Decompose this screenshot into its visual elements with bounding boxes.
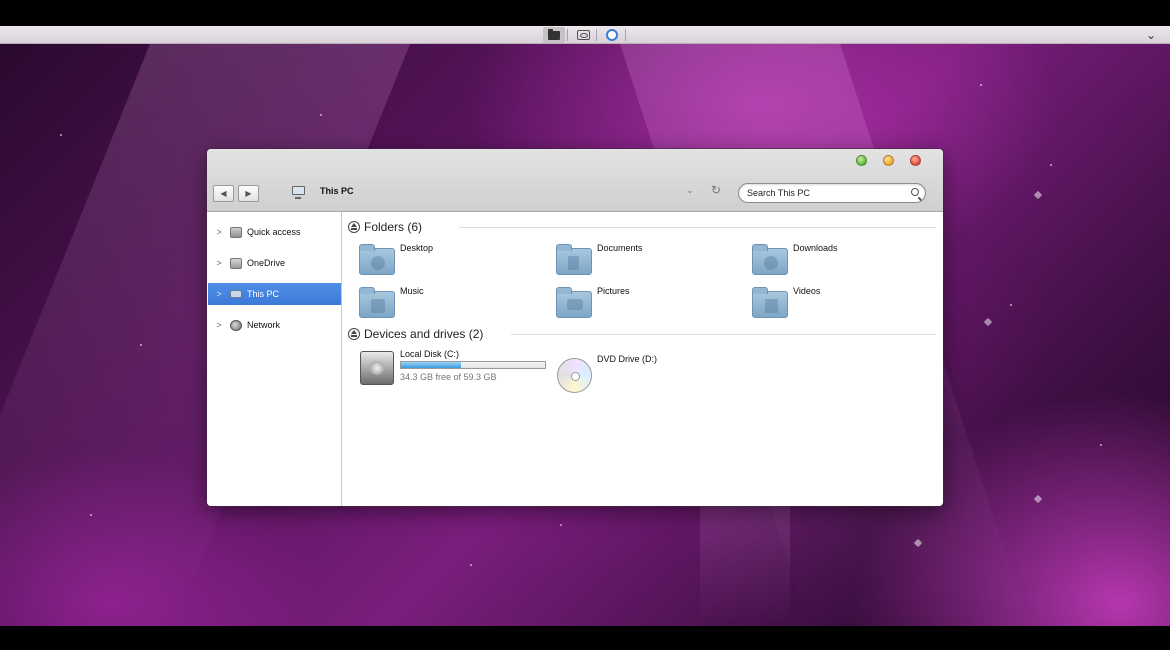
top-dock-bar: ⌄ (0, 26, 1170, 44)
folder-label: Documents (597, 243, 643, 253)
drive-label: DVD Drive (D:) (597, 354, 657, 364)
star (60, 134, 62, 136)
navigation-pane: > Quick access > OneDrive > This PC > Ne… (207, 212, 342, 506)
divider (596, 29, 597, 41)
letterbox-bottom (0, 626, 1170, 650)
star (1050, 164, 1052, 166)
drive-free-space: 34.3 GB free of 59.3 GB (400, 372, 497, 382)
devices-section-header[interactable]: Devices and drives (2) (348, 326, 483, 342)
sidebar-item-label: OneDrive (247, 258, 286, 268)
sidebar-item-onedrive[interactable]: > OneDrive (208, 252, 341, 274)
chevron-down-icon[interactable]: ⌄ (686, 185, 694, 196)
dvd-drive-icon (557, 358, 592, 393)
folder-item-pictures[interactable]: Pictures (556, 286, 746, 320)
downloads-folder-icon (752, 244, 788, 275)
videos-folder-icon (752, 287, 788, 318)
chevron-right-icon[interactable]: > (208, 227, 230, 237)
drive-label: Local Disk (C:) (400, 349, 460, 359)
drive-usage-fill (401, 362, 462, 368)
forward-button[interactable]: ▶ (238, 185, 259, 202)
drive-item-dvd[interactable]: DVD Drive (D:) (557, 354, 757, 394)
minimize-button[interactable] (883, 155, 894, 166)
star (1033, 190, 1043, 200)
settings-dock-button[interactable] (601, 27, 623, 43)
chevron-down-icon[interactable]: ⌄ (1146, 26, 1156, 44)
folder-item-music[interactable]: Music (359, 286, 549, 320)
folder-label: Desktop (400, 243, 434, 253)
address-bar[interactable]: This PC (320, 186, 354, 196)
star (470, 564, 472, 566)
drive-item-local-disk[interactable]: Local Disk (C:) 34.3 GB free of 59.3 GB (360, 349, 560, 389)
star (983, 317, 993, 327)
sidebar-item-network[interactable]: > Network (208, 314, 341, 336)
star (1100, 444, 1102, 446)
this-pc-icon (292, 186, 305, 199)
file-explorer-window: ◀ ▶ This PC ⌄ ↻ Search This PC > Quick a… (207, 149, 943, 506)
collapse-icon (348, 328, 360, 340)
this-pc-icon (230, 290, 242, 298)
onedrive-icon (230, 257, 242, 269)
gear-icon (606, 29, 618, 41)
hard-drive-icon (360, 351, 394, 385)
drive-usage-bar (400, 361, 546, 369)
divider (567, 29, 568, 41)
maximize-button[interactable] (856, 155, 867, 166)
folders-section-header[interactable]: Folders (6) (348, 219, 422, 235)
folder-item-videos[interactable]: Videos (752, 286, 942, 320)
folder-icon (548, 28, 560, 40)
network-icon (230, 319, 242, 331)
chevron-right-icon[interactable]: > (208, 320, 230, 330)
documents-folder-icon (556, 244, 592, 275)
star (140, 344, 142, 346)
star (980, 84, 982, 86)
section-title: Folders (6) (364, 220, 423, 234)
sidebar-item-label: This PC (247, 289, 280, 299)
search-placeholder: Search This PC (747, 188, 810, 198)
sidebar-item-this-pc[interactable]: > This PC (208, 283, 341, 305)
folder-label: Music (400, 286, 424, 296)
star (560, 524, 562, 526)
app-icon (576, 30, 590, 40)
folder-label: Pictures (597, 286, 630, 296)
sidebar-item-quick-access[interactable]: > Quick access (208, 221, 341, 243)
star (1010, 304, 1012, 306)
quick-access-icon (230, 226, 242, 238)
content-pane: Folders (6) Desktop Documents Downloads … (343, 212, 943, 506)
sidebar-item-label: Network (247, 320, 281, 330)
refresh-icon[interactable]: ↻ (711, 183, 721, 197)
chevron-right-icon[interactable]: > (208, 289, 230, 299)
folder-label: Downloads (793, 243, 838, 253)
folder-label: Videos (793, 286, 821, 296)
search-icon[interactable] (911, 188, 919, 196)
app-dock-button[interactable] (572, 27, 594, 43)
screen: ⌄ ◀ ▶ This PC ⌄ ↻ Search This PC > Quick… (0, 0, 1170, 650)
folder-item-documents[interactable]: Documents (556, 243, 746, 277)
chevron-right-icon[interactable]: > (208, 258, 230, 268)
star (90, 514, 92, 516)
folder-item-desktop[interactable]: Desktop (359, 243, 549, 277)
letterbox-top (0, 0, 1170, 26)
desktop-folder-icon (359, 244, 395, 275)
sidebar-item-label: Quick access (247, 227, 301, 237)
search-input[interactable]: Search This PC (738, 183, 926, 203)
title-bar: ◀ ▶ This PC ⌄ ↻ Search This PC (207, 149, 943, 212)
divider (511, 334, 936, 335)
file-explorer-dock-button[interactable] (543, 27, 565, 43)
star (1033, 494, 1043, 504)
collapse-icon (348, 221, 360, 233)
star (320, 114, 322, 116)
pictures-folder-icon (556, 287, 592, 318)
close-button[interactable] (910, 155, 921, 166)
divider (625, 29, 626, 41)
folder-item-downloads[interactable]: Downloads (752, 243, 942, 277)
divider (459, 227, 936, 228)
section-title: Devices and drives (2) (364, 327, 484, 341)
back-button[interactable]: ◀ (213, 185, 234, 202)
music-folder-icon (359, 287, 395, 318)
